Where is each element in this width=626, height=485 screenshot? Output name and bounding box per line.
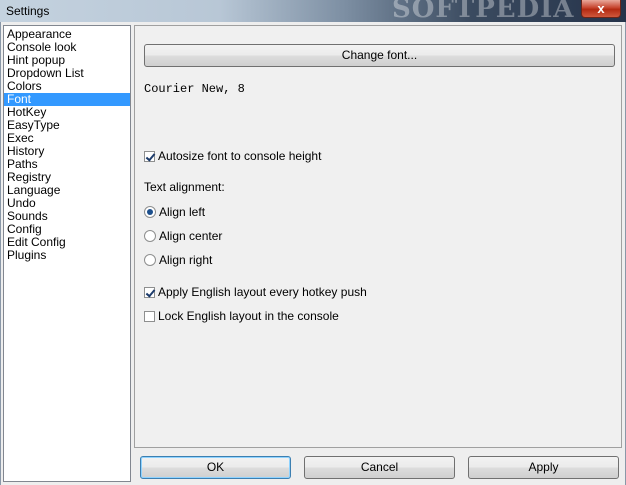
close-button[interactable]: x — [581, 0, 621, 18]
autosize-option[interactable]: Autosize font to console height — [144, 148, 321, 164]
lock-english-label[interactable]: Lock English layout in the console — [158, 309, 339, 323]
settings-category-list[interactable]: Appearance Console look Hint popup Dropd… — [3, 25, 131, 482]
align-center-option[interactable]: Align center — [144, 228, 222, 244]
lock-english-option[interactable]: Lock English layout in the console — [144, 308, 339, 324]
font-settings-panel: Change font... Courier New, 8 Autosize f… — [134, 25, 622, 448]
apply-english-checkbox[interactable] — [144, 286, 155, 298]
apply-english-option[interactable]: Apply English layout every hotkey push — [144, 284, 367, 300]
lock-english-checkbox[interactable] — [144, 310, 155, 322]
apply-english-label[interactable]: Apply English layout every hotkey push — [158, 285, 367, 299]
align-right-option[interactable]: Align right — [144, 252, 212, 268]
align-center-label[interactable]: Align center — [159, 229, 222, 243]
window-title: Settings — [6, 4, 50, 18]
change-font-button[interactable]: Change font... — [144, 44, 615, 67]
autosize-label[interactable]: Autosize font to console height — [158, 149, 321, 163]
autosize-checkbox[interactable] — [144, 150, 155, 162]
align-center-radio[interactable] — [144, 230, 156, 242]
current-font-label: Courier New, 8 — [144, 82, 245, 96]
apply-button[interactable]: Apply — [468, 456, 619, 479]
align-left-radio[interactable] — [144, 206, 156, 218]
align-right-radio[interactable] — [144, 254, 156, 266]
cancel-button[interactable]: Cancel — [304, 456, 455, 479]
title-bar: Settings SOFTPEDIA x — [0, 0, 626, 24]
text-alignment-label: Text alignment: — [144, 180, 225, 194]
sidebar-item-plugins[interactable]: Plugins — [4, 249, 130, 262]
watermark-logo: SOFTPEDIA — [392, 0, 575, 24]
align-left-label[interactable]: Align left — [159, 205, 205, 219]
align-left-option[interactable]: Align left — [144, 204, 205, 220]
dialog-button-bar: OK Cancel Apply — [134, 448, 622, 484]
ok-button[interactable]: OK — [140, 456, 291, 479]
align-right-label[interactable]: Align right — [159, 253, 212, 267]
